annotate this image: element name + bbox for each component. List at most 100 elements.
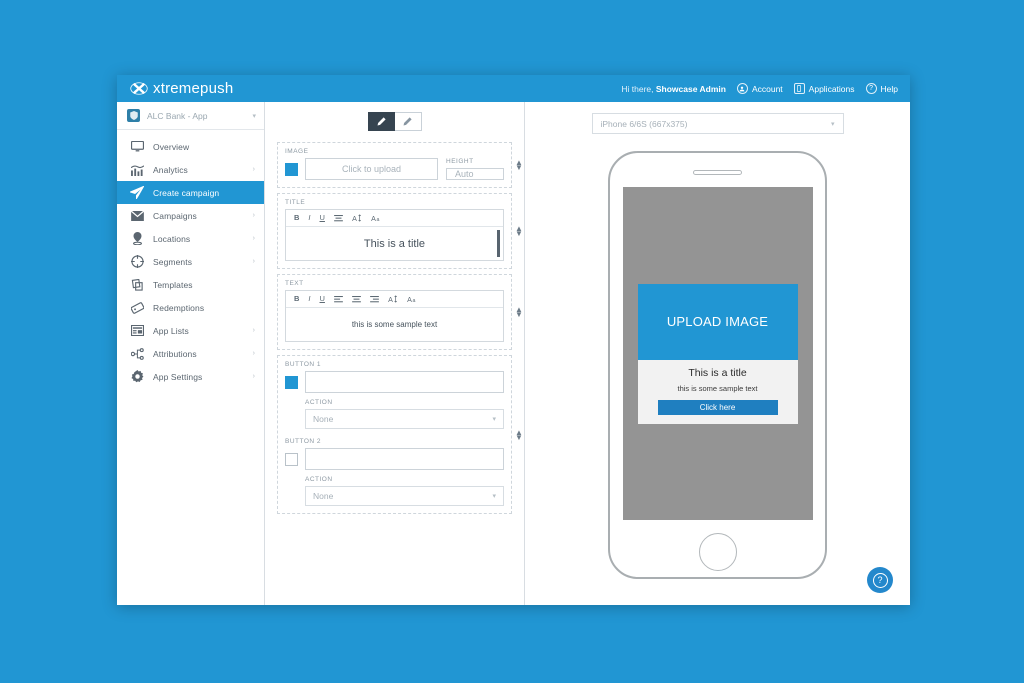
phone-speaker (693, 170, 742, 175)
header-item-label: Applications (808, 83, 855, 94)
device-selector-value: iPhone 6/6S (667x375) (600, 118, 688, 129)
sidebar-item-app-lists[interactable]: App Lists › (117, 319, 264, 342)
italic-button[interactable]: I (308, 214, 310, 222)
underline-button[interactable]: U (320, 295, 325, 303)
list-icon (130, 324, 144, 338)
text-block-drag-handle[interactable]: ▲ ▼ (514, 306, 524, 319)
button2-action-select[interactable]: None ▾ (305, 486, 504, 506)
text-value: this is some sample text (351, 320, 438, 329)
svg-text:A: A (352, 215, 357, 222)
chevron-down-icon: ▾ (830, 120, 835, 128)
sidebar-item-attributions[interactable]: Attributions › (117, 342, 264, 365)
envelope-icon (130, 209, 144, 223)
chevron-right-icon: › (252, 373, 255, 380)
button1-action-value: None (313, 414, 334, 424)
sidebar-item-locations[interactable]: Locations › (117, 227, 264, 250)
button1-enable-checkbox[interactable] (285, 375, 298, 389)
brand-logo[interactable]: xtremepush (130, 80, 233, 98)
title-toolbar: B I U A Aa (286, 210, 503, 227)
italic-button[interactable]: I (308, 295, 310, 303)
card-body: This is a title this is some sample text… (638, 360, 798, 424)
align-right-icon[interactable] (370, 295, 379, 303)
title-editor-body[interactable]: This is a title (286, 227, 503, 260)
phone-home-button (698, 533, 737, 571)
sidebar-item-campaigns[interactable]: Campaigns › (117, 204, 264, 227)
header-item-account[interactable]: Account (736, 83, 783, 94)
top-header-bar: xtremepush Hi there, Showcase Admin Acco… (117, 75, 910, 102)
button2-enable-checkbox[interactable] (285, 452, 298, 466)
title-block-drag-handle[interactable]: ▲ ▼ (514, 225, 524, 238)
sidebar-item-segments[interactable]: Segments › (117, 250, 264, 273)
sidebar-item-app-settings[interactable]: App Settings › (117, 365, 264, 388)
app-body: ALC Bank - App ▾ Overview Analytics › Cr… (117, 102, 910, 605)
underline-button[interactable]: U (320, 214, 325, 222)
edit-mode-design-button[interactable] (367, 112, 395, 131)
edit-mode-content-button[interactable] (394, 112, 422, 131)
app-selector[interactable]: ALC Bank - App ▾ (117, 102, 264, 130)
image-block-drag-handle[interactable]: ▲ ▼ (514, 159, 524, 172)
bold-button[interactable]: B (294, 295, 299, 303)
sidebar-item-redemptions[interactable]: Redemptions (117, 296, 264, 319)
gear-icon (130, 370, 144, 384)
sidebar-item-overview[interactable]: Overview (117, 135, 264, 158)
sidebar-item-templates[interactable]: Templates (117, 273, 264, 296)
title-rich-text-editor: B I U A Aa This is a title (285, 209, 504, 261)
font-size-icon[interactable]: A (352, 214, 362, 222)
svg-text:A: A (371, 215, 376, 222)
sidebar-item-label: Attributions (153, 348, 197, 359)
text-toolbar: B I U A A a (286, 291, 503, 308)
help-floating-button[interactable]: ? (867, 567, 893, 593)
card-image-placeholder[interactable]: UPLOAD IMAGE (637, 283, 798, 360)
sidebar-item-label: App Settings (153, 371, 203, 382)
bold-button[interactable]: B (294, 214, 299, 222)
button1-action-select[interactable]: None ▾ (305, 409, 504, 429)
sidebar-item-create-campaign[interactable]: Create campaign (117, 181, 264, 204)
button2-text-input[interactable] (305, 448, 504, 470)
chevron-down-icon: ▾ (252, 112, 256, 120)
svg-text:a: a (376, 217, 379, 222)
title-text-cursor (497, 230, 500, 257)
align-center-icon[interactable] (352, 295, 361, 303)
pencil-outline-icon (403, 113, 412, 131)
image-height-input[interactable]: Auto (446, 168, 504, 180)
header-actions: Hi there, Showcase Admin Account Applica… (621, 83, 898, 94)
button1-action-label: ACTION (305, 399, 333, 406)
chevron-down-icon: ▾ (492, 493, 496, 500)
target-icon (130, 255, 144, 269)
greeting-text: Hi there, Showcase Admin (621, 83, 726, 94)
sidebar-item-label: Templates (153, 279, 193, 290)
font-family-icon[interactable]: Aa (371, 214, 382, 222)
mobile-icon (793, 83, 805, 94)
app-avatar (127, 109, 140, 122)
font-size-icon[interactable]: A (388, 295, 398, 303)
edit-mode-toggle (277, 112, 512, 131)
sidebar-item-label: Analytics (153, 164, 188, 175)
header-item-applications[interactable]: Applications (793, 83, 855, 94)
brand-name: xtremepush (153, 80, 234, 97)
font-family-icon[interactable]: Aa (407, 295, 418, 303)
buttons-block-drag-handle[interactable]: ▲ ▼ (514, 428, 524, 441)
chevron-right-icon: › (252, 166, 255, 173)
device-selector[interactable]: iPhone 6/6S (667x375) ▾ (591, 113, 844, 134)
button1-text-input[interactable] (305, 371, 504, 393)
sidebar-nav: Overview Analytics › Create campaign Cam… (117, 130, 264, 388)
chevron-right-icon: › (252, 258, 255, 265)
image-upload-input[interactable]: Click to upload (305, 158, 438, 180)
layers-icon (130, 278, 144, 292)
image-block-label: IMAGE (285, 148, 309, 155)
title-block-label: TITLE (285, 199, 306, 206)
card-action-button[interactable]: Click here (657, 399, 778, 415)
buttons-block: BUTTON 1 ACTION None ▾ BUTTON 2 ACTION N… (277, 355, 523, 514)
chevron-right-icon: › (252, 212, 255, 219)
text-editor-body[interactable]: this is some sample text (286, 308, 503, 341)
question-icon: ? (872, 572, 888, 588)
button1-label: BUTTON 1 (285, 361, 322, 368)
image-enable-checkbox[interactable] (285, 162, 298, 176)
sidebar-item-analytics[interactable]: Analytics › (117, 158, 264, 181)
svg-text:a: a (412, 298, 415, 303)
align-left-icon[interactable] (334, 295, 343, 303)
sidebar-item-label: App Lists (153, 325, 189, 336)
header-item-help[interactable]: ? Help (865, 83, 898, 94)
button2-label: BUTTON 2 (285, 438, 322, 445)
align-center-icon[interactable] (334, 214, 343, 222)
